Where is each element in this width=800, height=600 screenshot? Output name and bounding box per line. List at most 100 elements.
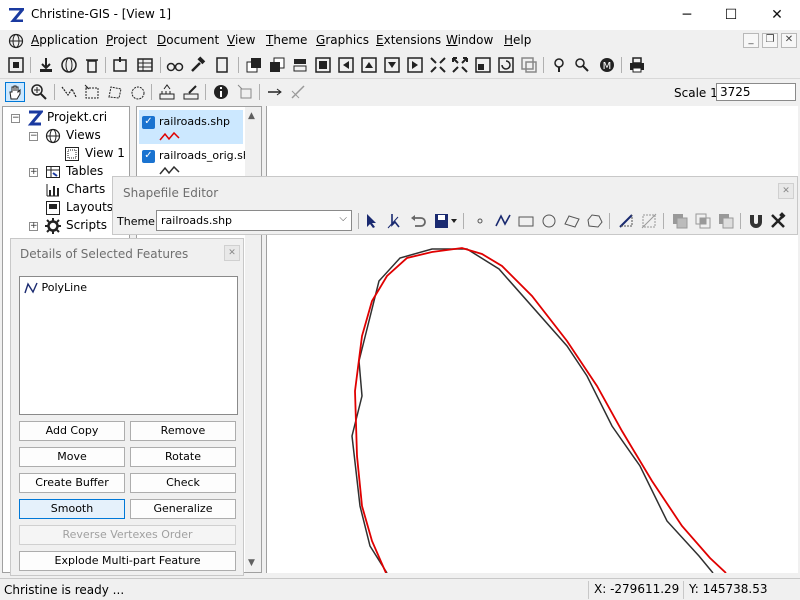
add-theme-icon[interactable] [37,56,55,74]
add-copy-button[interactable]: Add Copy [19,421,125,441]
info-icon[interactable] [212,83,230,101]
copy-window-icon[interactable] [520,56,538,74]
theme-properties-icon[interactable] [111,56,129,74]
pencil-measure-icon[interactable] [182,83,200,101]
checkbox-icon[interactable]: ✓ [142,150,155,163]
mdi-close-button[interactable]: ✕ [781,33,797,48]
layer-group-icon[interactable] [314,56,332,74]
tree-item-scripts[interactable]: + Scripts [3,217,129,235]
select-polygon-icon[interactable] [106,83,124,101]
move-right-icon[interactable] [406,56,424,74]
subtract-icon[interactable] [717,212,735,230]
split-polygon-icon[interactable] [640,212,658,230]
draw-disabled-icon[interactable] [289,83,307,101]
add-polyline-icon[interactable] [494,212,512,230]
edit-vertex-icon[interactable] [386,212,404,230]
label-icon[interactable] [236,83,254,101]
scale-input[interactable] [716,83,796,101]
expand-icon[interactable]: + [29,168,38,177]
maximize-button[interactable]: ☐ [708,0,754,30]
select-circle-icon[interactable] [129,83,147,101]
collapse-icon[interactable]: − [29,132,38,141]
tree-item-views[interactable]: − Views [3,127,129,145]
tree-item-tables[interactable]: + Tables [3,163,129,181]
theme-select[interactable]: railroads.shp ⌵ [156,210,352,231]
union-icon[interactable] [671,212,689,230]
split-line-icon[interactable] [617,212,635,230]
layer-bring-front-icon[interactable] [245,56,263,74]
move-down-icon[interactable] [383,56,401,74]
menu-extensions[interactable]: Extensions [376,33,441,47]
move-left-icon[interactable] [337,56,355,74]
intersect-icon[interactable] [694,212,712,230]
add-freeform-icon[interactable] [586,212,604,230]
close-icon[interactable]: ✕ [778,183,794,199]
move-up-icon[interactable] [360,56,378,74]
close-icon[interactable]: ✕ [224,245,240,261]
draw-line-icon[interactable] [266,83,284,101]
menu-document[interactable]: Document [157,33,219,47]
attribute-table-icon[interactable] [136,56,154,74]
feature-list[interactable]: PolyLine [19,276,238,415]
layer-stack-icon[interactable] [291,56,309,74]
print-icon[interactable] [628,56,646,74]
explode-multipart-button[interactable]: Explode Multi-part Feature [19,551,236,571]
add-rectangle-icon[interactable] [517,212,535,230]
tree-item-layouts[interactable]: Layouts [3,199,129,217]
select-arrow-icon[interactable] [363,212,381,230]
move-button[interactable]: Move [19,447,125,467]
scroll-down-icon[interactable]: ▼ [248,558,255,568]
expand-icon[interactable]: + [29,222,38,231]
save-dropdown-icon[interactable] [433,212,459,230]
generalize-button[interactable]: Generalize [130,499,236,519]
legend-item-railroads[interactable]: ✓ railroads.shp [139,110,243,144]
checkbox-icon[interactable]: ✓ [142,116,155,129]
expand-icon[interactable] [451,56,469,74]
measure-icon[interactable] [158,83,176,101]
tools-icon[interactable] [769,212,787,230]
geocode-icon[interactable] [573,56,591,74]
menu-view[interactable]: View [227,33,255,47]
select-rectangle-icon[interactable] [83,83,101,101]
close-button[interactable]: ✕ [754,0,800,30]
window-icon[interactable] [474,56,492,74]
menu-application[interactable]: Application [31,33,98,47]
add-polygon-icon[interactable] [563,212,581,230]
menu-theme[interactable]: Theme [266,33,307,47]
find-icon[interactable] [166,56,184,74]
check-button[interactable]: Check [130,473,236,493]
smooth-button[interactable]: Smooth [19,499,125,519]
layer-send-back-icon[interactable] [268,56,286,74]
list-item[interactable]: PolyLine [24,281,87,294]
mdi-minimize-button[interactable]: _ [743,33,759,48]
tree-item-view-1[interactable]: View 1 [3,145,129,163]
add-point-icon[interactable] [471,212,489,230]
zoom-in-icon[interactable] [30,83,48,101]
menu-help[interactable]: Help [504,33,531,47]
shrink-icon[interactable] [429,56,447,74]
tree-item-project[interactable]: − Projekt.cri [3,109,129,127]
remove-button[interactable]: Remove [130,421,236,441]
tree-item-charts[interactable]: Charts [3,181,129,199]
refresh-icon[interactable] [497,56,515,74]
rotate-button[interactable]: Rotate [130,447,236,467]
reverse-vertexes-button[interactable]: Reverse Vertexes Order [19,525,236,545]
globe-theme-icon[interactable] [60,56,78,74]
menu-window[interactable]: Window [446,33,493,47]
minimize-button[interactable]: ─ [664,0,710,30]
select-vertex-icon[interactable] [60,83,78,101]
document-icon[interactable] [213,56,231,74]
create-buffer-button[interactable]: Create Buffer [19,473,125,493]
globe-icon[interactable] [8,33,24,49]
locate-icon[interactable] [550,56,568,74]
menu-graphics[interactable]: Graphics [316,33,369,47]
undo-icon[interactable] [409,212,427,230]
mdi-restore-button[interactable]: ❐ [762,33,778,48]
scroll-up-icon[interactable]: ▲ [248,111,255,121]
collapse-icon[interactable]: − [11,114,20,123]
zoom-full-extent-icon[interactable] [7,56,25,74]
m-badge-icon[interactable]: M [598,56,616,74]
add-circle-icon[interactable] [540,212,558,230]
legend-item-railroads-orig[interactable]: ✓ railroads_orig.shp [139,144,257,178]
snap-magnet-icon[interactable] [747,212,765,230]
